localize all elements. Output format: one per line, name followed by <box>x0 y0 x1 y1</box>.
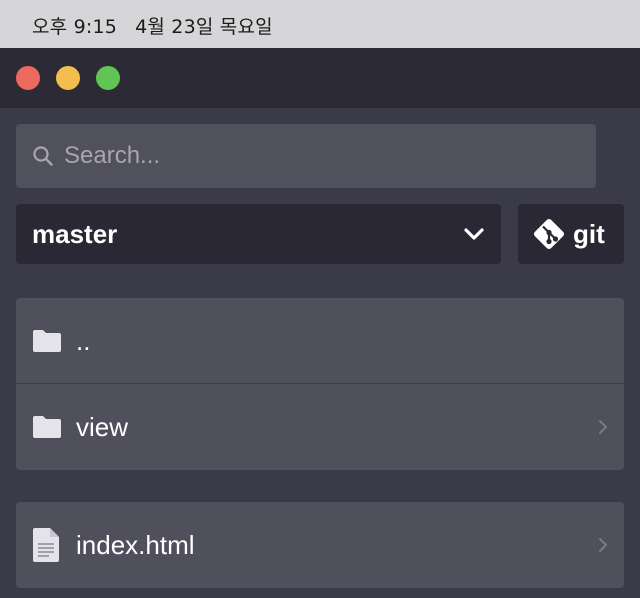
branch-select-value: master <box>32 219 118 249</box>
chevron-right-icon <box>599 420 607 434</box>
clock-time: 오후 9:15 <box>32 16 118 38</box>
list-item-name: view <box>76 412 129 442</box>
file-icon <box>33 528 59 562</box>
chevron-right-icon <box>599 538 607 552</box>
list-item-index-html[interactable]: index.html <box>16 502 624 588</box>
app-window: master git .. view <box>0 48 640 598</box>
git-icon <box>533 218 565 250</box>
list-item-name: .. <box>76 326 91 356</box>
minimize-button[interactable] <box>56 66 80 90</box>
file-list: index.html <box>16 502 624 588</box>
menu-bar-clock[interactable]: 오후 9:15 4월 23일 목요일 <box>32 12 273 39</box>
clock-date: 4월 23일 목요일 <box>135 16 273 38</box>
folder-icon <box>33 330 61 352</box>
list-item-parent-dir[interactable]: .. <box>16 298 624 384</box>
git-button[interactable]: git <box>518 204 624 264</box>
git-button-label: git <box>573 219 605 249</box>
close-button[interactable] <box>16 66 40 90</box>
search-box[interactable] <box>16 124 596 188</box>
list-item-name: index.html <box>76 530 195 560</box>
chevron-down-icon <box>464 228 484 240</box>
title-bar <box>0 48 640 108</box>
branch-select[interactable]: master <box>16 204 501 264</box>
folder-icon <box>33 416 61 438</box>
file-list: .. view <box>16 298 624 470</box>
search-input[interactable] <box>64 124 584 188</box>
list-item-view[interactable]: view <box>16 384 624 470</box>
zoom-button[interactable] <box>96 66 120 90</box>
search-icon <box>33 146 53 166</box>
menu-bar: 오후 9:15 4월 23일 목요일 <box>0 0 640 48</box>
